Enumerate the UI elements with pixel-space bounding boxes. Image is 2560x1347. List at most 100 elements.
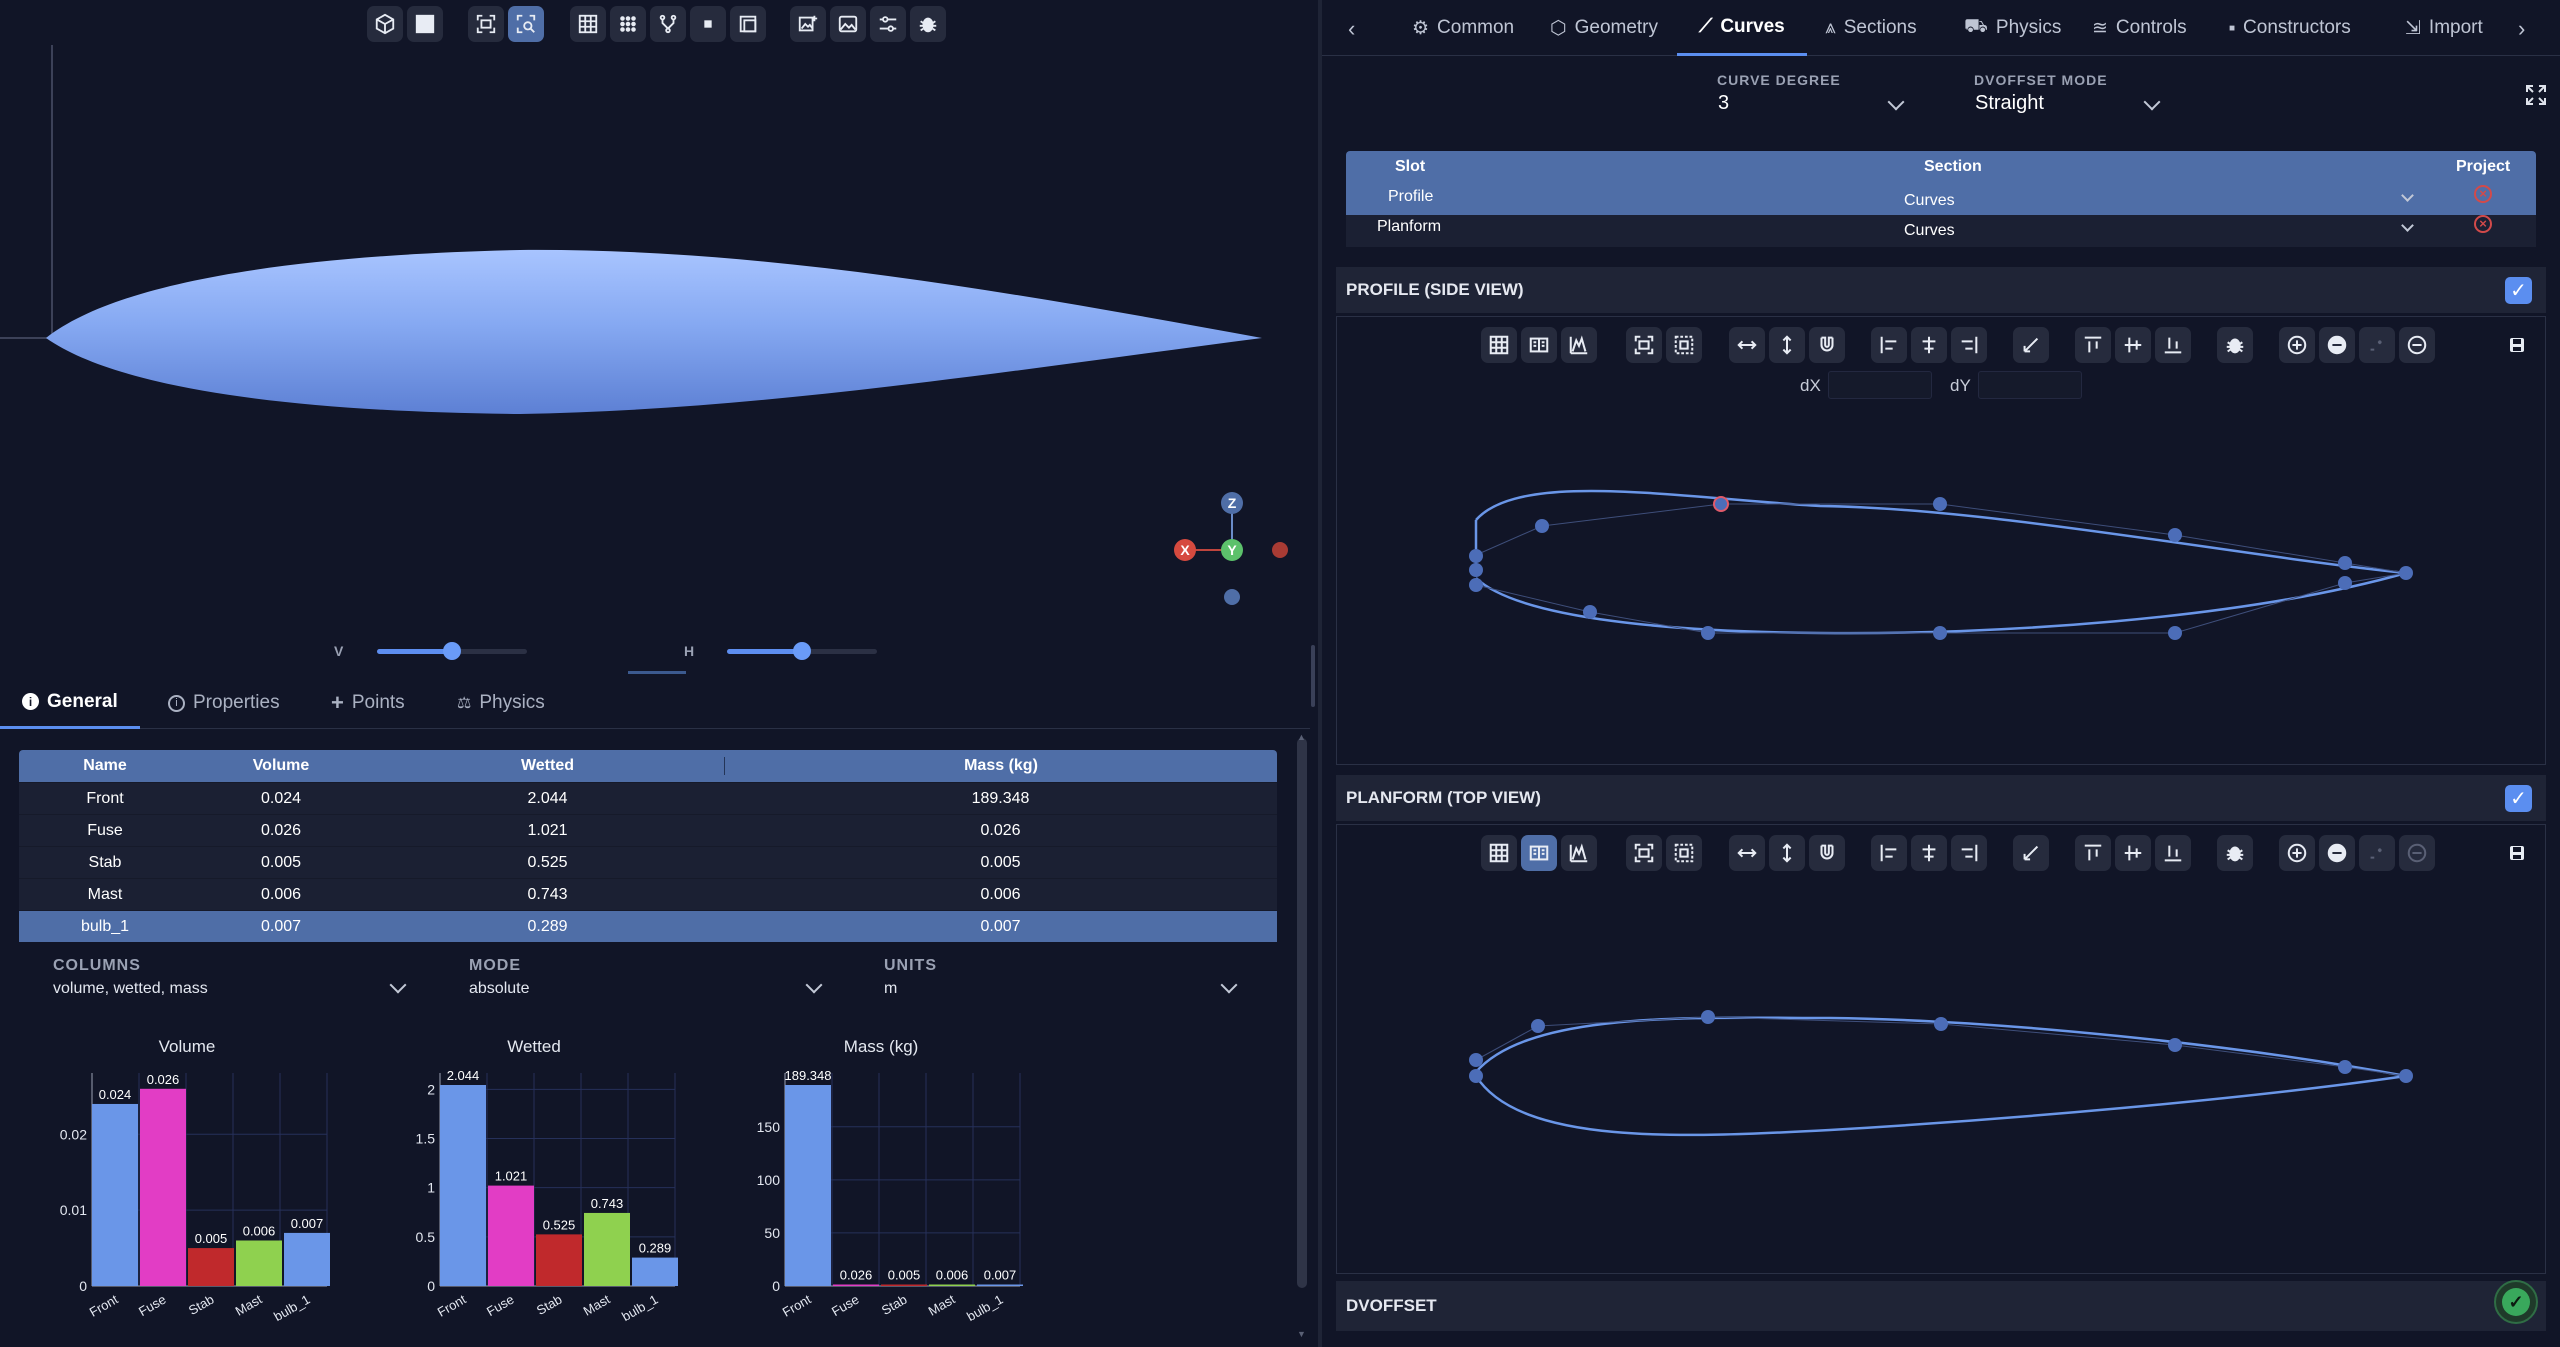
table-row[interactable]: Mast 0.006 0.743 0.006 [19,878,1277,910]
profile-insert-point-icon[interactable] [2359,327,2395,363]
table-row[interactable]: Front 0.024 2.044 189.348 [19,782,1277,814]
viewport-scrollbar[interactable] [1311,645,1315,707]
scroll-down-icon[interactable]: ▼ [1297,1329,1307,1339]
profile-arrows-vertical-icon[interactable] [1769,327,1805,363]
profile-select-area-icon[interactable] [1666,327,1702,363]
slider-v-thumb[interactable] [443,642,461,660]
planform-align-right-icon[interactable] [1951,835,1987,871]
profile-align-middle-icon[interactable] [2115,327,2151,363]
section-chevron-down-icon[interactable] [2401,219,2414,232]
profile-magnet-icon[interactable] [1809,327,1845,363]
table-row-selected[interactable]: bulb_1 0.007 0.289 0.007 [19,910,1277,942]
profile-editor[interactable] [1336,316,2546,765]
columns-select[interactable]: volume, wetted, mass [53,980,208,998]
mode-select[interactable]: absolute [469,980,530,998]
dvoffset-section-header[interactable]: DVOFFSET [1336,1281,2546,1331]
planform-editor[interactable] [1336,824,2546,1274]
profile-arrows-horizontal-icon[interactable] [1729,327,1765,363]
tab-common[interactable]: ⚙ Common [1412,0,1514,56]
tab-curves[interactable]: ⟋ Curves [1677,0,1807,56]
profile-peak-icon[interactable] [1561,327,1597,363]
profile-align-right-icon[interactable] [1951,327,1987,363]
profile-diagonal-icon[interactable] [2013,327,2049,363]
columns-chevron-down-icon[interactable] [389,976,407,994]
profile-grid-icon[interactable] [1481,327,1517,363]
panel-resize-handle[interactable] [628,671,686,674]
tab-properties[interactable]: i Properties [163,677,285,729]
profile-bug-icon[interactable] [2217,327,2253,363]
tab-physics[interactable]: ⚖ Physics [452,677,550,729]
curve-degree-select[interactable]: 3 [1718,92,1729,115]
planform-bug-icon[interactable] [2217,835,2253,871]
tab-physics-right[interactable]: ⛟ Physics [1964,0,2061,56]
col-mass-header[interactable]: Mass (kg) [724,757,1277,775]
slider-h-thumb[interactable] [793,642,811,660]
planform-align-top-icon[interactable] [2075,835,2111,871]
planform-align-left-icon[interactable] [1871,835,1907,871]
planform-compare-icon[interactable] [1521,835,1557,871]
planform-arrows-horizontal-icon[interactable] [1729,835,1765,871]
planform-align-bottom-icon[interactable] [2155,835,2191,871]
planform-remove-point-icon[interactable] [2319,835,2355,871]
tab-constructors[interactable]: ■ Constructors [2229,0,2351,56]
col-volume-header[interactable]: Volume [191,757,371,775]
planform-arrows-vertical-icon[interactable] [1769,835,1805,871]
tab-sections[interactable]: ⩓ Sections [1825,0,1917,56]
planform-add-point-icon[interactable] [2279,835,2315,871]
mode-chevron-down-icon[interactable] [805,976,823,994]
dvoffset-chevron-down-icon[interactable] [2143,93,2161,111]
dvoffset-mode-select[interactable]: Straight [1975,92,2044,115]
chevron-left-icon[interactable]: ‹ [1348,16,1355,42]
profile-save-icon[interactable] [2508,336,2526,354]
project-close-icon[interactable]: × [2474,215,2492,233]
slider-v[interactable] [377,642,527,660]
fullscreen-icon[interactable] [2525,84,2547,106]
profile-add-point-icon[interactable] [2279,327,2315,363]
dx-input[interactable] [1828,371,1932,399]
planform-peak-icon[interactable] [1561,835,1597,871]
tab-general[interactable]: i General [0,677,140,729]
slot-row[interactable]: Planform Curves × [1346,215,2536,247]
units-select[interactable]: m [884,980,897,998]
col-name-header[interactable]: Name [19,757,191,775]
table-row[interactable]: Stab 0.005 0.525 0.005 [19,846,1277,878]
profile-align-top-icon[interactable] [2075,327,2111,363]
units-chevron-down-icon[interactable] [1220,976,1238,994]
planform-minus-circle-icon[interactable] [2399,835,2435,871]
planform-checkbox[interactable]: ✓ [2505,785,2532,812]
confirm-check-icon[interactable]: ✓ [2494,1280,2538,1324]
slider-h[interactable] [727,642,877,660]
section-select[interactable]: Curves [1904,192,1955,210]
profile-minus-circle-icon[interactable] [2399,327,2435,363]
profile-remove-point-icon[interactable] [2319,327,2355,363]
tab-import[interactable]: ⇲ Import [2405,0,2483,56]
tab-points[interactable]: + Points [326,677,410,729]
scene-canvas[interactable]: Z X Y [0,0,1318,673]
dy-input[interactable] [1978,371,2082,399]
profile-align-center-icon[interactable] [1911,327,1947,363]
profile-fit-view-icon[interactable] [1626,327,1662,363]
tab-controls[interactable]: ≊ Controls [2092,0,2187,56]
profile-align-left-icon[interactable] [1871,327,1907,363]
planform-insert-point-icon[interactable] [2359,835,2395,871]
planform-magnet-icon[interactable] [1809,835,1845,871]
profile-align-bottom-icon[interactable] [2155,327,2191,363]
profile-checkbox[interactable]: ✓ [2505,277,2532,304]
left-panel-scrollbar[interactable] [1297,738,1307,1288]
col-wetted-header[interactable]: Wetted [371,757,724,775]
profile-compare-icon[interactable] [1521,327,1557,363]
project-close-icon[interactable]: × [2474,185,2492,203]
slot-row-selected[interactable]: Profile Curves × [1346,183,2536,215]
planform-section-header[interactable]: PLANFORM (TOP VIEW) [1336,775,2546,821]
planform-fit-view-icon[interactable] [1626,835,1662,871]
planform-diagonal-icon[interactable] [2013,835,2049,871]
section-select[interactable]: Curves [1904,222,1955,240]
chevron-right-icon[interactable]: › [2518,16,2525,42]
planform-align-center-icon[interactable] [1911,835,1947,871]
panel-divider[interactable] [1318,0,1322,1347]
profile-section-header[interactable]: PROFILE (SIDE VIEW) [1336,267,2546,313]
planform-select-area-icon[interactable] [1666,835,1702,871]
planform-save-icon[interactable] [2508,844,2526,862]
section-chevron-down-icon[interactable] [2401,189,2414,202]
planform-grid-icon[interactable] [1481,835,1517,871]
